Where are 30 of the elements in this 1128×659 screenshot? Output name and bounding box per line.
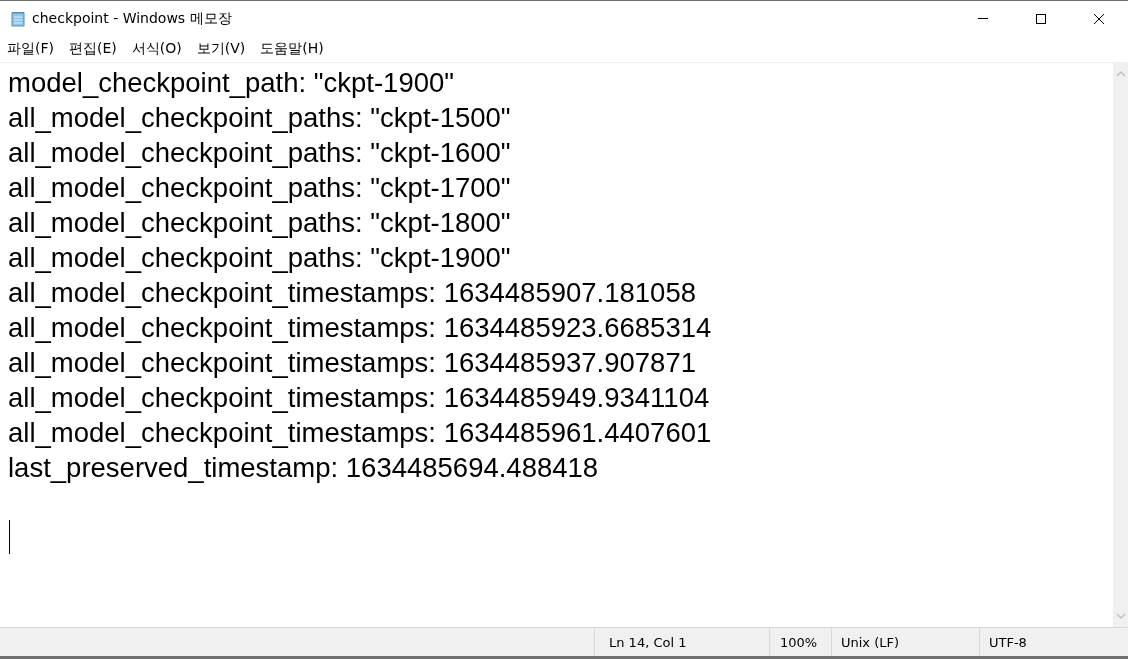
text-line: all_model_checkpoint_paths: "ckpt-1700": [8, 171, 511, 205]
scroll-down-icon[interactable]: [1115, 613, 1126, 619]
text-line: all_model_checkpoint_paths: "ckpt-1800": [8, 206, 511, 240]
encoding: UTF-8: [988, 633, 1028, 652]
menu-item[interactable]: 파일(F): [7, 40, 54, 58]
menu-item[interactable]: 서식(O): [131, 40, 182, 58]
notepad-icon: [10, 10, 26, 27]
zoom-level: 100%: [770, 628, 832, 656]
text-line: all_model_checkpoint_timestamps: 1634485937.907871: [8, 346, 696, 380]
maximize-icon: [1035, 12, 1047, 25]
text-line: all_model_checkpoint_paths: "ckpt-1900": [8, 241, 511, 275]
text-cursor: [9, 520, 10, 554]
text-line: all_model_checkpoint_timestamps: 1634485907.181058: [8, 276, 696, 310]
window-title: checkpoint - Windows 메모장: [32, 9, 232, 28]
cursor-position: Ln 14, Col 1: [595, 628, 770, 656]
vertical-scrollbar[interactable]: [1113, 63, 1128, 627]
minimize-icon: [978, 18, 988, 19]
text-line: last_preserved_timestamp: 1634485694.488418: [8, 451, 599, 485]
close-icon: [1093, 12, 1105, 25]
menu-item[interactable]: 도움말(H): [260, 40, 324, 58]
text-line: model_checkpoint_path: "ckpt-1900": [8, 66, 455, 100]
text-line: all_model_checkpoint_timestamps: 1634485961.4407601: [8, 416, 712, 450]
text-line: all_model_checkpoint_timestamps: 1634485949.9341104: [8, 381, 710, 415]
text-line: all_model_checkpoint_timestamps: 1634485923.6685314: [8, 311, 712, 345]
menu-item[interactable]: 편집(E): [69, 40, 117, 58]
text-line: all_model_checkpoint_paths: "ckpt-1500": [8, 101, 511, 135]
menu-item[interactable]: 보기(V): [196, 40, 246, 58]
scroll-up-icon[interactable]: [1115, 71, 1126, 77]
line-ending: Unix (LF): [832, 628, 980, 656]
text-line: all_model_checkpoint_paths: "ckpt-1600": [8, 136, 511, 170]
